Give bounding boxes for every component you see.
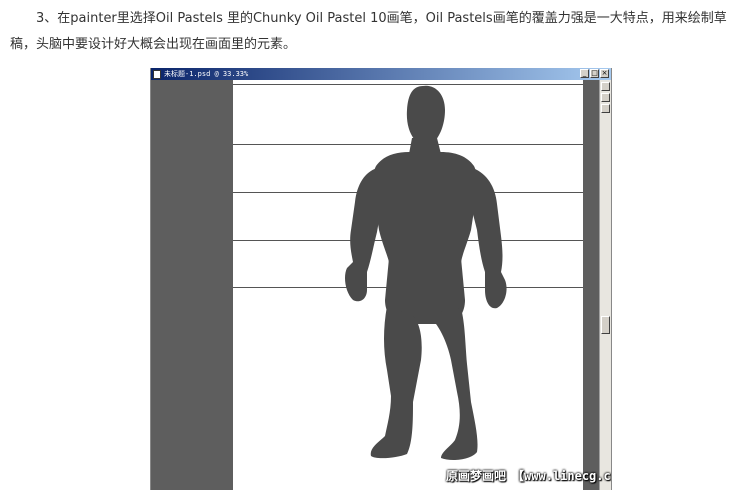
- scrollbar-thumb[interactable]: [601, 316, 610, 334]
- figure-silhouette: [345, 85, 507, 460]
- watermark-logo: 原画梦画吧: [446, 468, 507, 483]
- document-icon: [153, 69, 161, 79]
- window-titlebar: 未标题-1.psd @ 33.33% _ □ ×: [151, 68, 611, 80]
- scroll-button[interactable]: [601, 93, 610, 102]
- watermark-url: 【www.linecg.com/tieba/1797】: [512, 468, 611, 483]
- close-button[interactable]: ×: [600, 69, 609, 78]
- scroll-button[interactable]: [601, 104, 610, 113]
- maximize-button[interactable]: □: [590, 69, 599, 78]
- scroll-up-button[interactable]: [601, 82, 610, 91]
- painter-window-screenshot: 未标题-1.psd @ 33.33% _ □ × 原画梦画吧 【www.line…: [150, 68, 612, 490]
- vertical-scrollbar[interactable]: [599, 80, 611, 490]
- watermark: 原画梦画吧 【www.linecg.com/tieba/1797】: [446, 466, 611, 484]
- article-paragraph: 3、在painter里选择Oil Pastels 里的Chunky Oil Pa…: [10, 11, 727, 52]
- window-title: 未标题-1.psd @ 33.33%: [164, 70, 249, 78]
- drawing-canvas[interactable]: [151, 80, 601, 490]
- minimize-button[interactable]: _: [580, 69, 589, 78]
- window-buttons: _ □ ×: [580, 69, 609, 78]
